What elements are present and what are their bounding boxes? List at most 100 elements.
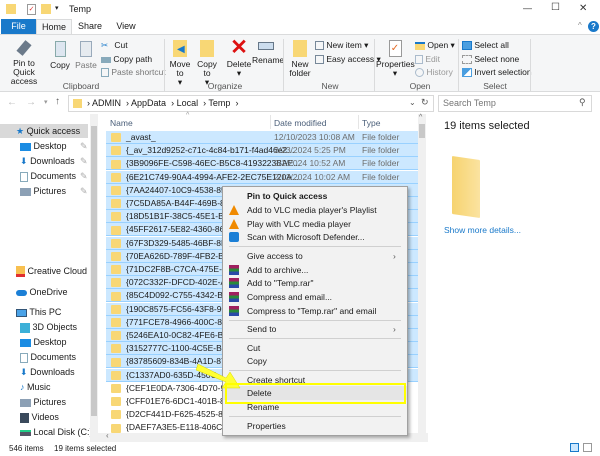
star-icon: ★	[16, 126, 25, 136]
large-icons-view-icon[interactable]	[583, 443, 592, 452]
menu-item-compress-to-temp-rar-and-email[interactable]: Compress to "Temp.rar" and email	[223, 304, 407, 318]
nav-downloads[interactable]: ⬇ Downloads	[20, 365, 90, 379]
properties-qat-icon[interactable]: ✓	[27, 4, 36, 15]
forward-button[interactable]: →	[26, 97, 36, 108]
file-row[interactable]: {3B9096FE-C598-46EC-B5C8-4193223BAE... 2/…	[106, 157, 418, 171]
nav-onedrive[interactable]: OneDrive	[16, 285, 90, 299]
winrar-icon	[229, 264, 239, 275]
history-button[interactable]: History	[415, 67, 453, 78]
file-row[interactable]: _avast_ 12/10/2023 10:08 AM File folder	[106, 131, 418, 144]
address-dropdown-icon[interactable]: ⌄	[409, 98, 416, 107]
column-header-type[interactable]: Type	[362, 118, 380, 128]
invert-selection-button[interactable]: Invert selection	[462, 67, 532, 78]
breadcrumb-admin[interactable]: ADMIN	[92, 98, 121, 108]
nav-quick-desktop[interactable]: Desktop ✎	[20, 139, 90, 153]
select-none-button[interactable]: Select none	[462, 54, 519, 65]
delete-ribbon-button[interactable]: ✕ Delete ▾	[225, 37, 253, 78]
menu-item-compress-and-email[interactable]: Compress and email...	[223, 290, 407, 304]
menu-item-properties[interactable]: Properties	[223, 419, 407, 433]
help-icon[interactable]: ?	[588, 21, 599, 32]
maximize-button[interactable]: ☐	[551, 2, 560, 13]
address-bar[interactable]: › ADMIN › AppData › Local › Temp › ⌄ ↻	[68, 95, 434, 112]
pin-icon: ✎	[80, 156, 88, 166]
copy-path-button[interactable]: Copy path	[101, 54, 152, 64]
details-view-icon[interactable]	[570, 443, 579, 452]
scroll-left-icon[interactable]: ‹	[106, 431, 109, 440]
nav-creative-cloud[interactable]: Creative Cloud Fil	[16, 264, 90, 278]
column-header-name[interactable]: Name	[110, 118, 133, 128]
nav-quick-pictures[interactable]: Pictures ✎	[20, 184, 90, 198]
invert-selection-icon	[462, 68, 472, 78]
menu-item-scan-with-microsoft-defender[interactable]: Scan with Microsoft Defender...	[223, 230, 407, 244]
nav-3d-objects[interactable]: 3D Objects	[20, 320, 90, 334]
refresh-icon[interactable]: ↻	[421, 97, 429, 108]
tab-view[interactable]: View	[110, 19, 142, 34]
nav-local-disk[interactable]: Local Disk (C:)	[20, 425, 90, 439]
edit-button[interactable]: Edit	[415, 54, 440, 65]
nav-music[interactable]: ♪ Music	[20, 380, 90, 394]
paste-shortcut-button[interactable]: Paste shortcut	[101, 67, 166, 78]
nav-this-pc[interactable]: This PC	[16, 305, 90, 319]
folder-icon	[111, 159, 121, 169]
search-input[interactable]	[443, 98, 573, 108]
tab-share[interactable]: Share	[74, 19, 106, 34]
nav-pictures[interactable]: Pictures	[20, 395, 90, 409]
select-all-button[interactable]: Select all	[462, 40, 509, 51]
menu-item-add-to-temp-rar[interactable]: Add to "Temp.rar"	[223, 276, 407, 290]
collapse-ribbon-icon[interactable]: ^	[578, 21, 582, 30]
qat-dropdown-icon[interactable]: ▾	[55, 4, 59, 12]
properties-button[interactable]: ✓ Properties ▾	[376, 40, 415, 78]
menu-item-give-access-to[interactable]: Give access to ›	[223, 249, 407, 263]
file-row[interactable]: {_av_312d9252-c71c-4c84-b171-f4ad46e2...…	[106, 144, 418, 158]
scroll-up-icon[interactable]: ^	[419, 114, 422, 121]
copy-to-button[interactable]: Copy to ▾	[194, 40, 220, 87]
nav-scrollbar-thumb[interactable]	[91, 126, 97, 416]
new-folder-qat-icon[interactable]	[41, 4, 51, 14]
menu-item-add-to-vlc-media-player-s-playlist[interactable]: Add to VLC media player's Playlist	[223, 203, 407, 217]
breadcrumb-local[interactable]: Local	[177, 98, 199, 108]
minimize-button[interactable]: —	[523, 3, 532, 13]
pin-icon	[16, 40, 32, 56]
new-item-button[interactable]: New item ▾	[315, 40, 368, 51]
nav-quick-downloads[interactable]: ⬇ Downloads ✎	[20, 154, 90, 168]
new-folder-button[interactable]: New folder	[286, 40, 314, 78]
show-more-details-link[interactable]: Show more details...	[444, 225, 521, 235]
recent-locations-button[interactable]: ▾	[44, 98, 48, 106]
breadcrumb-temp[interactable]: Temp	[208, 98, 230, 108]
nav-videos[interactable]: Videos	[20, 410, 90, 424]
breadcrumb-appdata[interactable]: AppData	[131, 98, 166, 108]
vscrollbar-thumb[interactable]	[419, 124, 425, 138]
paste-button[interactable]: Paste	[74, 41, 98, 70]
nav-desktop[interactable]: Desktop	[20, 335, 90, 349]
back-button[interactable]: ←	[7, 97, 17, 108]
open-button[interactable]: Open ▾	[415, 40, 455, 51]
submenu-chevron-icon: ›	[393, 324, 396, 335]
menu-item-label: Send to	[247, 324, 277, 335]
window-title: Temp	[69, 4, 92, 14]
nav-documents[interactable]: Documents	[20, 350, 90, 364]
tab-home[interactable]: Home	[36, 19, 72, 34]
close-button[interactable]: ✕	[579, 3, 587, 14]
menu-item-pin-to-quick-access[interactable]: Pin to Quick access	[223, 189, 407, 203]
menu-item-cut[interactable]: Cut	[223, 341, 407, 355]
easy-access-button[interactable]: Easy access ▾	[315, 54, 381, 65]
move-to-button[interactable]: ◀ Move to ▾	[168, 40, 192, 87]
menu-item-send-to[interactable]: Send to ›	[223, 322, 407, 336]
menu-item-add-to-archive[interactable]: Add to archive...	[223, 263, 407, 277]
menu-item-play-with-vlc-media-player[interactable]: Play with VLC media player	[223, 217, 407, 231]
nav-scrollbar[interactable]	[90, 114, 98, 442]
search-box[interactable]: ⚲	[438, 95, 592, 112]
file-list-vscrollbar[interactable]: ^	[418, 114, 426, 440]
file-row[interactable]: {6E21C749-90A4-4994-AFE2-2EC75E120A... 2/…	[106, 170, 418, 184]
nav-quick-documents[interactable]: Documents ✎	[20, 169, 90, 183]
pin-to-quick-access-button[interactable]: Pin to Quick access	[3, 40, 45, 86]
rename-button[interactable]: Rename	[252, 40, 284, 65]
column-header-date[interactable]: Date modified	[274, 118, 326, 128]
up-button[interactable]: ↑	[55, 96, 60, 107]
menu-item-copy[interactable]: Copy	[223, 354, 407, 368]
cut-button[interactable]: ✂ Cut	[101, 40, 128, 51]
menu-separator	[229, 246, 401, 248]
copy-button[interactable]: Copy	[48, 41, 72, 70]
nav-quick-access[interactable]: ★ Quick access	[0, 124, 88, 138]
tab-file[interactable]: File	[1, 19, 36, 34]
